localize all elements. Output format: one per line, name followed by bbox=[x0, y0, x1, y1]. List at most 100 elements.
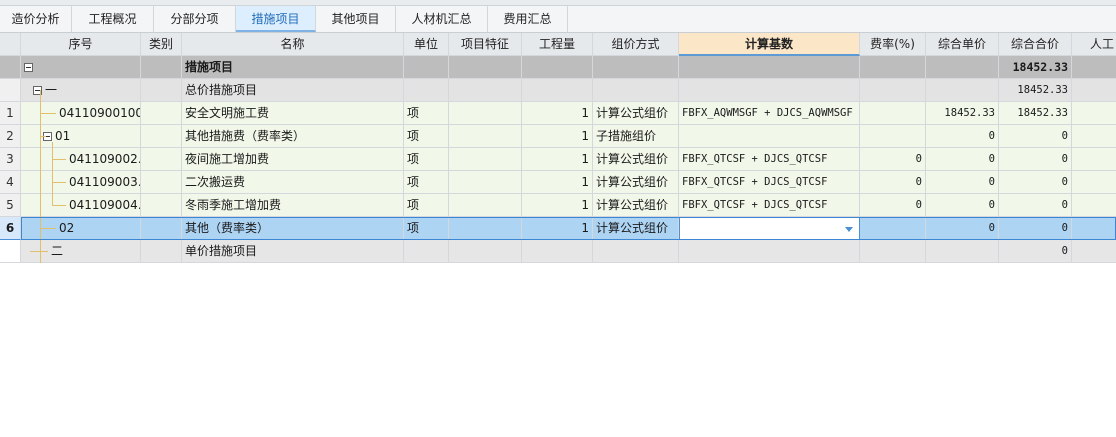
tab-project-overview[interactable]: 工程概况 bbox=[72, 6, 154, 32]
base-cell[interactable]: FBFX_QTCSF + DJCS_QTCSF bbox=[679, 148, 860, 171]
quantity-cell[interactable]: 1 bbox=[522, 102, 593, 125]
category-cell[interactable] bbox=[141, 148, 182, 171]
total-cell[interactable]: 0 bbox=[999, 194, 1072, 217]
chevron-down-icon[interactable] bbox=[845, 227, 853, 232]
table-row[interactable]: 4 041109003… 二次搬运费 项 1 计算公式组价 FBFX_QTCSF… bbox=[0, 171, 1116, 194]
name-cell[interactable]: 其他（费率类） bbox=[182, 217, 404, 240]
base-cell[interactable] bbox=[679, 125, 860, 148]
header-name[interactable]: 名称 bbox=[182, 33, 404, 56]
header-labor[interactable]: 人工 bbox=[1072, 33, 1116, 56]
category-cell[interactable] bbox=[141, 171, 182, 194]
table-row[interactable]: 5 041109004… 冬雨季施工增加费 项 1 计算公式组价 FBFX_QT… bbox=[0, 194, 1116, 217]
feature-cell[interactable] bbox=[449, 194, 522, 217]
labor-cell[interactable] bbox=[1072, 194, 1116, 217]
total-cell[interactable]: 0 bbox=[999, 240, 1072, 263]
method-cell[interactable]: 计算公式组价 bbox=[593, 148, 679, 171]
name-cell[interactable]: 单价措施项目 bbox=[182, 240, 404, 263]
feature-cell[interactable] bbox=[449, 148, 522, 171]
table-row[interactable]: 措施项目 18452.33 bbox=[0, 56, 1116, 79]
total-cell[interactable]: 18452.33 bbox=[999, 102, 1072, 125]
table-row[interactable]: 1 041109001001 安全文明施工费 项 1 计算公式组价 FBFX_A… bbox=[0, 102, 1116, 125]
rate-cell[interactable]: 0 bbox=[860, 194, 926, 217]
header-seq[interactable]: 序号 bbox=[21, 33, 141, 56]
calc-base-dropdown[interactable] bbox=[679, 217, 860, 240]
category-cell[interactable] bbox=[141, 56, 182, 79]
unit-cell[interactable]: 项 bbox=[404, 217, 449, 240]
base-cell[interactable] bbox=[679, 240, 860, 263]
header-unit-price[interactable]: 综合单价 bbox=[926, 33, 999, 56]
header-feature[interactable]: 项目特征 bbox=[449, 33, 522, 56]
unit-cell[interactable] bbox=[404, 56, 449, 79]
method-cell[interactable] bbox=[593, 79, 679, 102]
category-cell[interactable] bbox=[141, 194, 182, 217]
unit-price-cell[interactable]: 0 bbox=[926, 171, 999, 194]
tab-other-items[interactable]: 其他项目 bbox=[316, 6, 396, 32]
rate-cell[interactable] bbox=[860, 56, 926, 79]
name-cell[interactable]: 措施项目 bbox=[182, 56, 404, 79]
total-cell[interactable]: 0 bbox=[999, 171, 1072, 194]
feature-cell[interactable] bbox=[449, 125, 522, 148]
name-cell[interactable]: 总价措施项目 bbox=[182, 79, 404, 102]
unit-price-cell[interactable]: 0 bbox=[926, 148, 999, 171]
table-row[interactable]: 一 总价措施项目 18452.33 bbox=[0, 79, 1116, 102]
total-cell[interactable]: 18452.33 bbox=[999, 79, 1072, 102]
unit-price-cell[interactable] bbox=[926, 240, 999, 263]
seq-cell[interactable]: 041109002… bbox=[21, 148, 141, 171]
table-row[interactable]: 3 041109002… 夜间施工增加费 项 1 计算公式组价 FBFX_QTC… bbox=[0, 148, 1116, 171]
labor-cell[interactable] bbox=[1072, 171, 1116, 194]
unit-cell[interactable]: 项 bbox=[404, 194, 449, 217]
quantity-cell[interactable] bbox=[522, 79, 593, 102]
name-cell[interactable]: 二次搬运费 bbox=[182, 171, 404, 194]
name-cell[interactable]: 安全文明施工费 bbox=[182, 102, 404, 125]
unit-price-cell[interactable]: 0 bbox=[926, 217, 999, 240]
rate-cell[interactable] bbox=[860, 79, 926, 102]
category-cell[interactable] bbox=[141, 125, 182, 148]
quantity-cell[interactable]: 1 bbox=[522, 171, 593, 194]
quantity-cell[interactable]: 1 bbox=[522, 125, 593, 148]
base-cell[interactable]: FBFX_QTCSF + DJCS_QTCSF bbox=[679, 171, 860, 194]
header-total-price[interactable]: 综合合价 bbox=[999, 33, 1072, 56]
table-row[interactable]: 2 01 其他措施费（费率类） 项 1 子措施组价 0 0 bbox=[0, 125, 1116, 148]
category-cell[interactable] bbox=[141, 102, 182, 125]
seq-cell[interactable]: 01 bbox=[21, 125, 141, 148]
table-row-selected[interactable]: 6 02 其他（费率类） 项 1 计算公式组价 0 0 bbox=[0, 217, 1116, 240]
rate-cell[interactable] bbox=[860, 217, 926, 240]
seq-cell[interactable]: 041109004… bbox=[21, 194, 141, 217]
labor-cell[interactable] bbox=[1072, 240, 1116, 263]
method-cell[interactable] bbox=[593, 240, 679, 263]
base-cell[interactable] bbox=[679, 56, 860, 79]
feature-cell[interactable] bbox=[449, 102, 522, 125]
seq-cell[interactable]: 一 bbox=[21, 79, 141, 102]
total-cell[interactable]: 0 bbox=[999, 125, 1072, 148]
feature-cell[interactable] bbox=[449, 171, 522, 194]
tab-cost-analysis[interactable]: 造价分析 bbox=[0, 6, 72, 32]
quantity-cell[interactable] bbox=[522, 56, 593, 79]
labor-cell[interactable] bbox=[1072, 56, 1116, 79]
category-cell[interactable] bbox=[141, 79, 182, 102]
rate-cell[interactable] bbox=[860, 102, 926, 125]
total-cell[interactable]: 0 bbox=[999, 148, 1072, 171]
rate-cell[interactable] bbox=[860, 240, 926, 263]
unit-price-cell[interactable] bbox=[926, 79, 999, 102]
rate-cell[interactable] bbox=[860, 125, 926, 148]
quantity-cell[interactable]: 1 bbox=[522, 194, 593, 217]
tab-measures[interactable]: 措施项目 bbox=[236, 6, 316, 32]
seq-cell[interactable] bbox=[21, 56, 141, 79]
total-cell[interactable]: 18452.33 bbox=[999, 56, 1072, 79]
labor-cell[interactable] bbox=[1072, 79, 1116, 102]
seq-cell[interactable]: 041109003… bbox=[21, 171, 141, 194]
method-cell[interactable]: 计算公式组价 bbox=[593, 217, 679, 240]
feature-cell[interactable] bbox=[449, 217, 522, 240]
total-cell[interactable]: 0 bbox=[999, 217, 1072, 240]
quantity-cell[interactable]: 1 bbox=[522, 217, 593, 240]
base-cell[interactable]: FBFX_AQWMSGF + DJCS_AQWMSGF bbox=[679, 102, 860, 125]
unit-price-cell[interactable]: 0 bbox=[926, 194, 999, 217]
name-cell[interactable]: 其他措施费（费率类） bbox=[182, 125, 404, 148]
method-cell[interactable]: 计算公式组价 bbox=[593, 194, 679, 217]
unit-cell[interactable]: 项 bbox=[404, 102, 449, 125]
quantity-cell[interactable] bbox=[522, 240, 593, 263]
feature-cell[interactable] bbox=[449, 79, 522, 102]
unit-price-cell[interactable]: 0 bbox=[926, 125, 999, 148]
rate-cell[interactable]: 0 bbox=[860, 171, 926, 194]
collapse-icon[interactable] bbox=[24, 63, 33, 72]
